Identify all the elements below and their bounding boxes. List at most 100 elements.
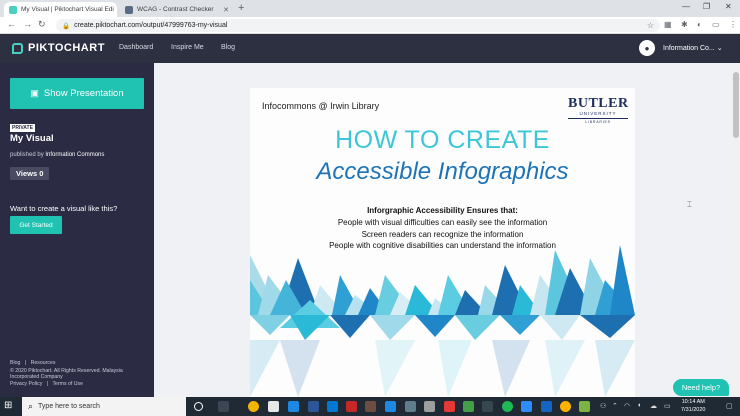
piktochart-logo[interactable]: PIKTOCHART — [12, 42, 105, 54]
avatar[interactable]: ● — [639, 40, 655, 56]
onedrive-icon[interactable]: ☁ — [650, 402, 657, 410]
site-header: PIKTOCHART Dashboard Inspire Me Blog ● I… — [0, 34, 740, 63]
account-name: Information Co... — [663, 45, 715, 52]
poster-ensures-title: Inforgraphic Accessibility Ensures that: — [367, 206, 518, 215]
tab-title: My Visual | Piktochart Visual Edi — [21, 6, 114, 13]
piktochart-favicon-icon — [9, 5, 17, 14]
brand-name: PIKTOCHART — [28, 42, 105, 54]
url-text: create.piktochart.com/output/47999763-my… — [74, 22, 228, 29]
task-view-icon[interactable] — [218, 401, 229, 412]
store-icon[interactable] — [365, 401, 376, 412]
poster-subheading: Accessible Infographics — [316, 158, 569, 185]
nav-dashboard[interactable]: Dashboard — [119, 44, 153, 51]
file-explorer-icon[interactable] — [405, 401, 416, 412]
taskbar-search-placeholder: Type here to search — [38, 403, 100, 410]
sidebar: ▣ Show Presentation PRIVATE My Visual pu… — [0, 63, 154, 397]
chevron-up-icon[interactable]: ⌃ — [612, 402, 618, 410]
account-menu[interactable]: Information Co... ⌄ — [663, 44, 723, 52]
published-by: published by Information Commons — [10, 152, 104, 158]
word-icon[interactable] — [308, 401, 319, 412]
logo-butler: BUTLER — [568, 96, 629, 111]
lock-icon: 🔒 — [62, 22, 71, 30]
battery-icon[interactable]: ▭ — [664, 402, 671, 410]
menu-kebab-icon[interactable]: ⋮ — [729, 20, 737, 29]
privacy-badge: PRIVATE — [10, 124, 35, 132]
bookmark-star-icon[interactable]: ☆ — [647, 21, 654, 30]
address-bar[interactable]: 🔒 create.piktochart.com/output/47999763-… — [56, 19, 660, 32]
nav-blog[interactable]: Blog — [221, 44, 235, 51]
reload-icon[interactable]: ↻ — [38, 19, 46, 30]
piktochart-logo-icon — [12, 42, 23, 54]
windows-start-icon[interactable]: ⊞ — [4, 400, 12, 411]
footer-link-blog[interactable]: Blog — [10, 360, 20, 366]
infographic-poster: Infocommons @ Irwin Library BUTLER UNIVE… — [250, 88, 635, 397]
wifi-icon[interactable]: ◠ — [624, 402, 630, 410]
profile-icon[interactable]: ◐ — [697, 20, 702, 29]
mail-icon[interactable] — [327, 401, 338, 412]
clock-time: 10:14 AM — [681, 399, 705, 405]
views-counter: Views 0 — [10, 167, 50, 180]
zoom-icon[interactable] — [521, 401, 532, 412]
extensions-puzzle-icon[interactable]: ✱ — [681, 20, 688, 29]
edge-icon[interactable] — [288, 401, 299, 412]
scrollbar-thumb[interactable] — [733, 72, 739, 138]
footer-link-resources[interactable]: Resources — [31, 360, 56, 366]
triangle-pattern-graphic — [250, 245, 635, 397]
tab-title: WCAG - Contrast Checker — [137, 6, 214, 13]
app-icon[interactable] — [444, 401, 455, 412]
presentation-icon: ▣ — [30, 88, 39, 98]
extension-icon[interactable]: ▦ — [664, 20, 672, 29]
close-tab-icon[interactable]: ✕ — [114, 6, 117, 14]
taskbar-clock[interactable]: 10:14 AM 7/31/2020 — [681, 398, 705, 414]
dropbox-icon[interactable] — [385, 401, 396, 412]
browser-tab-strip: My Visual | Piktochart Visual Edi ✕ WCAG… — [0, 0, 740, 17]
app-icon[interactable] — [579, 401, 590, 412]
mouse-cursor-icon: ⌶ — [687, 200, 692, 209]
volume-icon[interactable]: ◖ — [637, 402, 641, 409]
tab-my-visual[interactable]: My Visual | Piktochart Visual Edi ✕ — [4, 2, 117, 17]
logo-university: UNIVERSITY — [579, 111, 617, 116]
poster-library-name: Infocommons @ Irwin Library — [262, 101, 380, 111]
publisher-name: Information Commons — [45, 152, 105, 158]
clock-date: 7/31/2020 — [681, 407, 706, 413]
people-icon[interactable]: ⚇ — [600, 402, 606, 410]
notepad-icon[interactable] — [268, 401, 279, 412]
close-tab-icon[interactable]: ✕ — [219, 6, 229, 14]
back-icon[interactable]: ← — [7, 19, 16, 29]
app-icon[interactable] — [424, 401, 435, 412]
app-icon[interactable] — [463, 401, 474, 412]
minimize-icon[interactable]: — — [682, 2, 690, 11]
privacy-policy-link[interactable]: Privacy Policy — [10, 381, 42, 387]
acrobat-icon[interactable] — [346, 401, 357, 412]
browser-toolbar: ← → ↻ 🔒 create.piktochart.com/output/479… — [0, 17, 740, 34]
butler-libraries-logo: BUTLER UNIVERSITY LIBRARIES — [568, 97, 628, 124]
maximize-icon[interactable]: ❐ — [703, 2, 710, 11]
close-window-icon[interactable]: ✕ — [725, 2, 732, 11]
visual-title: My Visual — [10, 133, 54, 144]
tab-wcag[interactable]: WCAG - Contrast Checker ✕ — [120, 2, 234, 17]
poster-heading: HOW TO CREATE — [335, 126, 550, 154]
show-presentation-button[interactable]: ▣ Show Presentation — [10, 78, 144, 109]
poster-point: People with visual difficulties can easi… — [337, 218, 548, 227]
taskbar-search-input[interactable]: ⌕ Type here to search — [22, 397, 186, 416]
wcag-favicon-icon — [125, 5, 133, 14]
cortana-icon[interactable] — [194, 402, 203, 411]
terms-of-use-link[interactable]: Terms of Use — [52, 381, 83, 387]
need-help-button[interactable]: Need help? — [673, 379, 729, 396]
footer-legal-links: Privacy Policy | Terms of Use — [10, 381, 84, 387]
new-tab-icon[interactable]: + — [238, 2, 244, 14]
poster-point: Screen readers can recognize the informa… — [361, 230, 524, 239]
cta-text: Want to create a visual like this? — [10, 204, 118, 213]
logo-libraries: LIBRARIES — [585, 120, 611, 124]
notifications-icon[interactable]: ▢ — [726, 402, 733, 410]
forward-icon[interactable]: → — [23, 19, 32, 29]
outlook-icon[interactable] — [541, 401, 552, 412]
user-icon: ● — [644, 43, 650, 53]
spotify-icon[interactable] — [502, 401, 513, 412]
cast-icon[interactable]: ▭ — [712, 20, 720, 29]
nav-inspire-me[interactable]: Inspire Me — [171, 44, 204, 51]
get-started-button[interactable]: Get Started — [10, 216, 62, 234]
app-icon[interactable] — [482, 401, 493, 412]
chrome-icon[interactable] — [248, 401, 259, 412]
chrome-icon[interactable] — [560, 401, 571, 412]
